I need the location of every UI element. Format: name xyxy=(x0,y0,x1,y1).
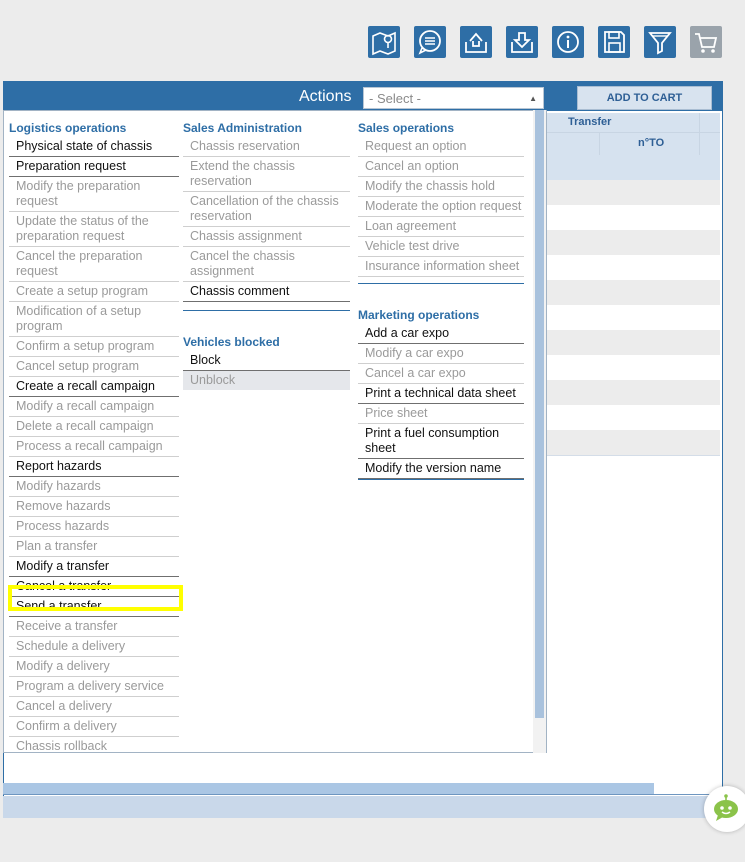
actions-label: Actions xyxy=(299,88,352,105)
column-header-nto: n°TO xyxy=(638,137,665,149)
menu-item[interactable]: Modify the preparation request xyxy=(9,177,179,212)
menu-item[interactable]: Report hazards xyxy=(9,457,179,477)
menu-item[interactable]: Vehicle test drive xyxy=(358,237,524,257)
menu-item[interactable]: Modify a recall campaign xyxy=(9,397,179,417)
menu-item[interactable]: Process a recall campaign xyxy=(9,437,179,457)
section-divider xyxy=(183,310,350,311)
menu-item[interactable]: Create a setup program xyxy=(9,282,179,302)
menu-item[interactable]: Remove hazards xyxy=(9,497,179,517)
add-to-cart-button[interactable]: ADD TO CART xyxy=(577,86,712,110)
chat-list-icon[interactable] xyxy=(414,26,446,58)
table-row[interactable] xyxy=(547,430,720,456)
menu-item[interactable]: Cancellation of the chassis reservation xyxy=(183,192,350,227)
menu-item[interactable]: Modification of a setup program xyxy=(9,302,179,337)
category-marketing-operations: Marketing operations xyxy=(358,308,480,322)
logistics-column: Logistics operations Physical state of c… xyxy=(9,119,179,752)
info-icon[interactable] xyxy=(552,26,584,58)
table-row[interactable] xyxy=(547,355,720,381)
horizontal-scrollbar[interactable] xyxy=(3,783,654,794)
menu-item[interactable]: Delete a recall campaign xyxy=(9,417,179,437)
menu-item[interactable]: Create a recall campaign xyxy=(9,377,179,397)
menu-item[interactable]: Print a technical data sheet xyxy=(358,384,524,404)
column-group-transfer: Transfer xyxy=(568,116,612,128)
table-row[interactable] xyxy=(547,230,720,256)
menu-item[interactable]: Extend the chassis reservation xyxy=(183,157,350,192)
menu-item[interactable]: Modify a transfer xyxy=(9,557,179,577)
menu-item[interactable]: Cancel setup program xyxy=(9,357,179,377)
menu-item[interactable]: Confirm a delivery xyxy=(9,717,179,737)
menu-item[interactable]: Unblock xyxy=(183,371,350,390)
menu-item[interactable]: Physical state of chassis xyxy=(9,137,179,157)
sales-admin-column: Sales Administration Chassis reservation… xyxy=(183,119,350,390)
category-vehicles-blocked: Vehicles blocked xyxy=(183,335,280,349)
category-sales-operations: Sales operations xyxy=(358,121,455,135)
menu-item[interactable]: Cancel the chassis assignment xyxy=(183,247,350,282)
menu-item[interactable]: Plan a transfer xyxy=(9,537,179,557)
menu-item[interactable]: Modify a car expo xyxy=(358,344,524,364)
table-footer xyxy=(3,796,721,818)
menu-item[interactable]: Cancel a car expo xyxy=(358,364,524,384)
menu-item[interactable]: Cancel a delivery xyxy=(9,697,179,717)
chatbot-button[interactable] xyxy=(704,786,745,832)
menu-item[interactable]: Insurance information sheet xyxy=(358,257,524,277)
menu-item[interactable]: Update the status of the preparation req… xyxy=(9,212,179,247)
download-icon[interactable] xyxy=(506,26,538,58)
table-row[interactable] xyxy=(547,155,720,181)
menu-item[interactable]: Block xyxy=(183,351,350,371)
menu-item[interactable]: Modify the version name xyxy=(358,459,524,479)
chatbot-icon xyxy=(714,794,738,821)
sales-ops-column: Sales operations Request an option Cancel… xyxy=(358,119,524,480)
menu-item[interactable]: Schedule a delivery xyxy=(9,637,179,657)
header-divider xyxy=(547,132,720,133)
section-divider xyxy=(358,479,524,480)
menu-item[interactable]: Price sheet xyxy=(358,404,524,424)
table-row[interactable] xyxy=(547,180,720,206)
caret-up-icon: ▲ xyxy=(529,94,537,103)
highlight-box xyxy=(8,585,183,611)
cart-icon[interactable] xyxy=(690,26,722,58)
dropdown-scrollbar-thumb[interactable] xyxy=(535,110,544,718)
table-row[interactable] xyxy=(547,330,720,356)
category-sales-administration: Sales Administration xyxy=(183,121,302,135)
menu-item[interactable]: Confirm a setup program xyxy=(9,337,179,357)
save-icon[interactable] xyxy=(598,26,630,58)
menu-item[interactable]: Chassis assignment xyxy=(183,227,350,247)
menu-item[interactable]: Cancel the preparation request xyxy=(9,247,179,282)
menu-item[interactable]: Chassis reservation xyxy=(183,137,350,157)
footer-divider xyxy=(3,794,721,795)
menu-item[interactable]: Moderate the option request xyxy=(358,197,524,217)
menu-item[interactable]: Chassis rollback xyxy=(9,737,179,752)
menu-item[interactable]: Receive a transfer xyxy=(9,617,179,637)
map-pin-icon[interactable] xyxy=(368,26,400,58)
menu-item[interactable]: Process hazards xyxy=(9,517,179,537)
menu-item[interactable]: Print a fuel consumption sheet xyxy=(358,424,524,459)
actions-dropdown: Logistics operations Physical state of c… xyxy=(3,110,547,753)
category-logistics: Logistics operations xyxy=(9,121,127,135)
actions-select-value: - Select - xyxy=(369,91,422,106)
table-row[interactable] xyxy=(547,255,720,281)
table-row[interactable] xyxy=(547,380,720,406)
section-divider xyxy=(358,283,524,284)
table-row[interactable] xyxy=(547,205,720,231)
menu-item[interactable]: Request an option xyxy=(358,137,524,157)
actions-select[interactable]: - Select - ▲ xyxy=(363,87,544,109)
menu-item[interactable]: Cancel an option xyxy=(358,157,524,177)
table-row[interactable] xyxy=(547,405,720,431)
menu-item[interactable]: Program a delivery service xyxy=(9,677,179,697)
menu-item[interactable]: Add a car expo xyxy=(358,324,524,344)
filter-icon[interactable] xyxy=(644,26,676,58)
menu-item[interactable]: Modify hazards xyxy=(9,477,179,497)
table-row[interactable] xyxy=(547,305,720,331)
menu-item[interactable]: Modify the chassis hold xyxy=(358,177,524,197)
upload-icon[interactable] xyxy=(460,26,492,58)
table-row[interactable] xyxy=(547,280,720,306)
menu-item[interactable]: Preparation request xyxy=(9,157,179,177)
menu-item[interactable]: Modify a delivery xyxy=(9,657,179,677)
menu-item[interactable]: Chassis comment xyxy=(183,282,350,302)
menu-item[interactable]: Loan agreement xyxy=(358,217,524,237)
